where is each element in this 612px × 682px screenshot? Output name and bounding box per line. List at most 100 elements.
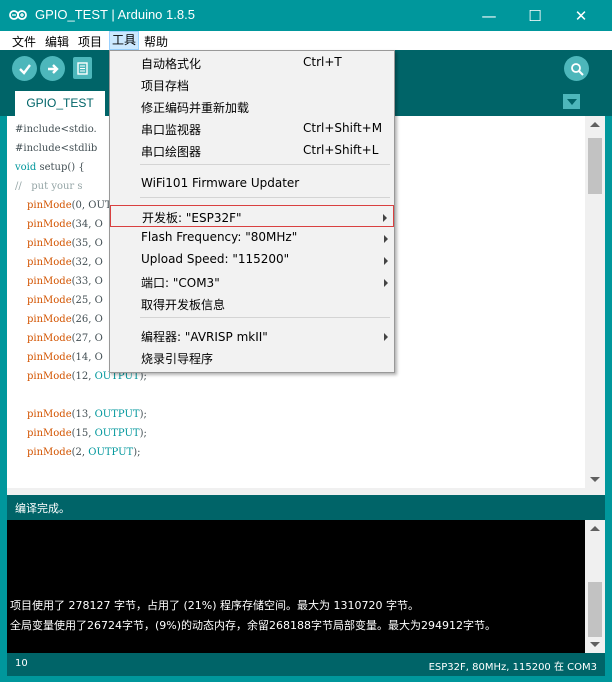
- pane-divider[interactable]: [7, 488, 605, 495]
- line-number: 10: [15, 658, 28, 669]
- status-bar: 编译完成。: [7, 495, 605, 520]
- scroll-thumb[interactable]: [588, 138, 602, 194]
- menu-item-label: 串口绘图器: [141, 145, 202, 159]
- maximize-button[interactable]: ☐: [512, 0, 558, 31]
- new-icon: [77, 61, 88, 75]
- code-args: (34, O: [71, 219, 103, 230]
- code-function: pinMode: [27, 257, 72, 268]
- menu-item-label: 编程器: "AVRISP mkII": [141, 330, 268, 344]
- tools-menu-item[interactable]: 自动格式化 Ctrl+T: [110, 52, 394, 74]
- menu-item-label: 开发板: "ESP32F": [142, 211, 242, 225]
- code-function: pinMode: [27, 276, 72, 287]
- tools-menu-item[interactable]: 编程器: "AVRISP mkII": [110, 325, 394, 347]
- serial-monitor-button[interactable]: [564, 56, 589, 81]
- menu-item-label: WiFi101 Firmware Updater: [141, 176, 300, 190]
- code-constant: OUTPUT: [94, 428, 140, 439]
- menu-item-label: 端口: "COM3": [141, 276, 220, 290]
- code-function: pinMode: [27, 371, 72, 382]
- menu-sketch[interactable]: 项目: [78, 33, 102, 50]
- tab-gpio-test[interactable]: GPIO_TEST: [15, 91, 105, 116]
- menu-help[interactable]: 帮助: [144, 33, 168, 50]
- code-function: pinMode: [27, 295, 72, 306]
- code-text: #include<stdlib: [15, 143, 98, 154]
- status-message: 编译完成。: [15, 502, 70, 515]
- menu-separator: [140, 317, 390, 318]
- minimize-button[interactable]: —: [466, 0, 512, 31]
- menu-item-label: 修正编码并重新加载: [141, 101, 250, 115]
- submenu-arrow-icon: [384, 279, 388, 287]
- menu-separator: [140, 164, 390, 165]
- code-function: pinMode: [27, 409, 72, 420]
- verify-icon: [18, 63, 31, 75]
- scroll-up-icon[interactable]: [590, 122, 600, 127]
- code-args: (15,: [71, 428, 95, 439]
- upload-icon: [47, 63, 59, 74]
- menu-item-label: 取得开发板信息: [141, 298, 226, 312]
- tools-menu-item[interactable]: WiFi101 Firmware Updater: [110, 173, 394, 195]
- submenu-arrow-icon: [384, 257, 388, 265]
- console-line: 全局变量使用了26724字节，(9%)的动态内存，余留268188字节局部变量。…: [10, 619, 497, 632]
- menu-edit[interactable]: 编辑: [45, 33, 69, 50]
- code-function: pinMode: [27, 428, 72, 439]
- new-button[interactable]: [73, 57, 92, 79]
- tools-menu-item[interactable]: 修正编码并重新加载: [110, 96, 394, 118]
- scroll-down-icon[interactable]: [590, 642, 600, 647]
- code-function: pinMode: [27, 333, 72, 344]
- menu-separator: [140, 197, 390, 198]
- code-args: (14, O: [71, 352, 103, 363]
- code-text: setup() {: [36, 162, 85, 173]
- menu-item-label: 自动格式化: [141, 57, 202, 71]
- submenu-arrow-icon: [384, 235, 388, 243]
- scroll-up-icon[interactable]: [590, 526, 600, 531]
- tools-dropdown-menu: 自动格式化 Ctrl+T 项目存档修正编码并重新加载串口监视器 Ctrl+Shift+…: [109, 50, 395, 373]
- footer-bar: 10 ESP32F, 80MHz, 115200 在 COM3: [7, 653, 605, 676]
- editor-scrollbar[interactable]: [585, 116, 605, 488]
- upload-button[interactable]: [40, 56, 65, 81]
- tools-menu-item[interactable]: Upload Speed: "115200": [110, 249, 394, 271]
- code-args: (35, O: [71, 238, 103, 249]
- verify-button[interactable]: [12, 56, 37, 81]
- console-line: 项目使用了 278127 字节，占用了 (21%) 程序存储空间。最大为 131…: [10, 599, 419, 612]
- tools-menu-item[interactable]: 烧录引导程序: [110, 347, 394, 369]
- tools-menu-item[interactable]: Flash Frequency: "80MHz": [110, 227, 394, 249]
- tab-menu-icon[interactable]: [563, 94, 580, 109]
- title-bar: GPIO_TEST | Arduino 1.8.5 — ☐ ✕: [0, 0, 612, 31]
- submenu-arrow-icon: [383, 214, 387, 222]
- code-constant: OUTPUT: [88, 447, 134, 458]
- console-output[interactable]: 项目使用了 278127 字节，占用了 (21%) 程序存储空间。最大为 131…: [7, 520, 585, 653]
- console-scrollbar[interactable]: [585, 520, 605, 653]
- tools-menu-item[interactable]: 串口监视器 Ctrl+Shift+M: [110, 118, 394, 140]
- code-function: pinMode: [27, 314, 72, 325]
- serial-monitor-icon: [570, 62, 584, 76]
- code-text: );: [139, 409, 147, 420]
- code-text: );: [139, 428, 147, 439]
- tools-menu-item[interactable]: 取得开发板信息: [110, 293, 394, 315]
- code-args: (25, O: [71, 295, 103, 306]
- menu-file[interactable]: 文件: [12, 33, 36, 50]
- arduino-logo-icon: [9, 10, 27, 20]
- code-args: (27, O: [71, 333, 103, 344]
- code-text: );: [133, 447, 141, 458]
- code-args: (33, O: [71, 276, 103, 287]
- code-line: pinMode(15, OUTPUT);: [15, 424, 147, 443]
- code-args: (13,: [71, 409, 95, 420]
- board-info: ESP32F, 80MHz, 115200 在 COM3: [428, 662, 597, 673]
- menu-item-shortcut: Ctrl+Shift+M: [303, 121, 383, 135]
- close-button[interactable]: ✕: [558, 0, 604, 31]
- scroll-down-icon[interactable]: [590, 477, 600, 482]
- tools-menu-item[interactable]: 开发板: "ESP32F": [110, 205, 394, 227]
- menu-tools[interactable]: 工具: [109, 31, 140, 50]
- code-args: (26, O: [71, 314, 103, 325]
- code-args: (32, O: [71, 257, 103, 268]
- tools-menu-item[interactable]: 串口绘图器 Ctrl+Shift+L: [110, 140, 394, 162]
- tools-menu-item[interactable]: 端口: "COM3": [110, 271, 394, 293]
- menu-item-shortcut: Ctrl+Shift+L: [303, 143, 379, 157]
- code-keyword: void: [15, 162, 37, 173]
- tools-menu-item[interactable]: 项目存档: [110, 74, 394, 96]
- scroll-thumb[interactable]: [588, 582, 602, 637]
- code-function: pinMode: [27, 352, 72, 363]
- window-title: GPIO_TEST | Arduino 1.8.5: [35, 7, 195, 22]
- code-constant: OUTPUT: [94, 409, 140, 420]
- menu-item-label: Upload Speed: "115200": [141, 252, 290, 266]
